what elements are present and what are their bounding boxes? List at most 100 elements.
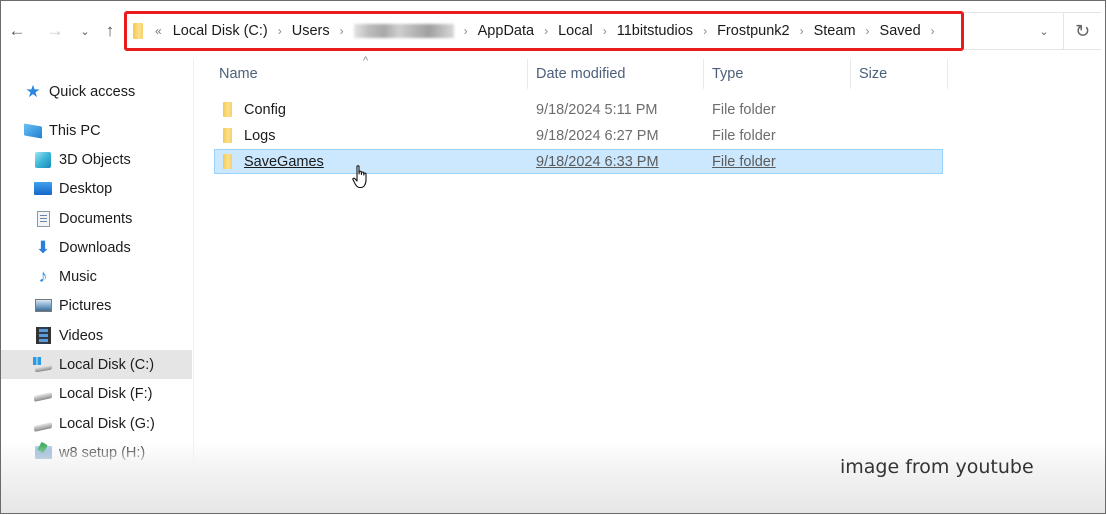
file-row-logs[interactable]: Logs 9/18/2024 6:27 PM File folder	[215, 123, 944, 148]
address-bar[interactable]: « Local Disk (C:) › Users › › AppData › …	[124, 11, 964, 51]
sidebar-item-label: Downloads	[59, 239, 131, 256]
breadcrumb-local-disk-c[interactable]: Local Disk (C:)	[170, 23, 271, 39]
up-button[interactable]: ↑	[99, 19, 121, 43]
sidebar-item-local-disk-g[interactable]: Local Disk (G:)	[1, 409, 192, 438]
folder-icon	[223, 128, 232, 143]
breadcrumb-frostpunk2[interactable]: Frostpunk2	[714, 23, 793, 39]
sidebar-item-label: Local Disk (C:)	[59, 356, 155, 373]
chevron-down-icon: ⌄	[80, 25, 90, 38]
column-header-name[interactable]: Name	[211, 59, 528, 89]
sidebar-item-label: w8 setup (H:)	[59, 444, 146, 461]
sidebar-item-this-pc[interactable]: This PC	[1, 116, 192, 145]
sidebar-item-quick-access[interactable]: ★ Quick access	[1, 77, 192, 106]
sidebar-item-label: Desktop	[59, 180, 113, 197]
windows-drive-icon	[33, 356, 53, 374]
download-icon: ⬇	[35, 237, 51, 257]
sidebar-item-label: Documents	[59, 210, 133, 227]
folder-icon	[133, 23, 143, 39]
sidebar-item-network[interactable]: Network	[1, 477, 192, 506]
breadcrumb-separator-icon[interactable]: ›	[544, 24, 548, 38]
breadcrumb-steam[interactable]: Steam	[811, 23, 859, 39]
breadcrumb-local[interactable]: Local	[555, 23, 596, 39]
sidebar-item-label: 3D Objects	[59, 151, 131, 168]
document-icon	[33, 210, 53, 228]
file-name-cell: Logs	[223, 123, 275, 148]
file-name: SaveGames	[244, 153, 324, 170]
file-type: File folder	[712, 127, 776, 144]
file-row-savegames[interactable]: SaveGames 9/18/2024 6:33 PM File folder	[214, 149, 943, 174]
file-type: File folder	[712, 101, 776, 118]
arrow-left-icon: ←	[8, 21, 26, 40]
sidebar-item-documents[interactable]: Documents	[1, 204, 192, 233]
file-name: Logs	[244, 127, 276, 144]
forward-button[interactable]: →	[44, 19, 66, 43]
file-name-cell: Config	[223, 97, 286, 122]
sidebar-item-downloads[interactable]: ⬇ Downloads	[1, 233, 192, 262]
breadcrumb-overflow-button[interactable]: «	[155, 24, 162, 38]
sidebar-item-pictures[interactable]: Pictures	[1, 291, 192, 320]
refresh-icon: ↻	[1074, 20, 1091, 41]
watermark-caption: image from youtube	[840, 456, 1034, 478]
cube-icon	[33, 151, 53, 169]
sidebar-item-label: Local Disk (G:)	[59, 415, 155, 432]
film-icon	[33, 327, 53, 345]
folder-icon	[223, 102, 232, 117]
file-date: 9/18/2024 6:33 PM	[536, 153, 659, 170]
sidebar-item-music[interactable]: ♪ Music	[1, 262, 192, 291]
breadcrumb-11bitstudios[interactable]: 11bitstudios	[614, 23, 696, 39]
column-header-type[interactable]: Type	[704, 59, 851, 89]
column-header-size[interactable]: Size	[851, 59, 948, 89]
file-row-config[interactable]: Config 9/18/2024 5:11 PM File folder	[215, 97, 944, 122]
hand-pointer-cursor-icon	[352, 165, 370, 189]
arrow-up-icon: ↑	[105, 21, 115, 40]
star-icon: ★	[25, 81, 41, 101]
breadcrumb-saved[interactable]: Saved	[877, 23, 924, 39]
music-note-icon: ♪	[38, 266, 48, 286]
breadcrumb-separator-icon[interactable]: ›	[278, 24, 282, 38]
sidebar-item-label: This PC	[49, 122, 101, 139]
back-button[interactable]: ←	[6, 19, 28, 43]
drive-icon	[33, 385, 53, 403]
folder-icon	[223, 154, 232, 169]
navigation-pane: ★ Quick access This PC 3D Objects Deskto…	[1, 59, 194, 513]
sidebar-item-w8-setup[interactable]: w8 setup (H:)	[1, 438, 192, 467]
breadcrumb-separator-icon[interactable]: ›	[800, 24, 804, 38]
breadcrumb-separator-icon[interactable]: ›	[703, 24, 707, 38]
drive-icon	[33, 415, 53, 433]
file-name: Config	[244, 101, 286, 118]
sidebar-item-local-disk-c[interactable]: Local Disk (C:)	[1, 350, 192, 379]
desktop-icon	[33, 180, 53, 198]
breadcrumb-separator-icon[interactable]: ›	[931, 24, 935, 38]
navigation-toolbar: ← → ⌄ ↑ « Local Disk (C:) › Users › › Ap…	[1, 1, 1105, 59]
breadcrumb-separator-icon[interactable]: ›	[340, 24, 344, 38]
breadcrumb-separator-icon[interactable]: ›	[603, 24, 607, 38]
file-explorer-window: ← → ⌄ ↑ « Local Disk (C:) › Users › › Ap…	[0, 0, 1106, 514]
sidebar-item-desktop[interactable]: Desktop	[1, 174, 192, 203]
refresh-button[interactable]: ↻	[1063, 12, 1101, 50]
breadcrumb-appdata[interactable]: AppData	[475, 23, 537, 39]
recent-locations-button[interactable]: ⌄	[74, 19, 96, 43]
address-history-dropdown[interactable]: ⌄	[1031, 19, 1057, 43]
breadcrumb-users[interactable]: Users	[289, 23, 333, 39]
sidebar-item-label: Music	[59, 268, 97, 285]
sidebar-item-label: Pictures	[59, 297, 112, 314]
file-date: 9/18/2024 6:27 PM	[536, 127, 659, 144]
file-name-cell: SaveGames	[223, 150, 324, 173]
network-icon	[23, 483, 43, 501]
sidebar-item-3d-objects[interactable]: 3D Objects	[1, 145, 192, 174]
sidebar-item-label: Quick access	[49, 83, 136, 100]
setup-drive-icon	[33, 444, 53, 462]
breadcrumb-username-redacted[interactable]	[353, 24, 454, 38]
computer-icon	[23, 122, 43, 140]
arrow-right-icon: →	[46, 21, 64, 40]
column-header-date-modified[interactable]: Date modified	[528, 59, 704, 89]
sidebar-item-videos[interactable]: Videos	[1, 321, 192, 350]
sidebar-item-label: Videos	[59, 327, 104, 344]
file-list-pane: ^ Name Date modified Type Size Config 9/…	[195, 55, 1105, 513]
sidebar-item-label: Network	[49, 483, 103, 500]
breadcrumb-separator-icon[interactable]: ›	[464, 24, 468, 38]
chevron-down-icon: ⌄	[1039, 25, 1049, 38]
file-type: File folder	[712, 153, 776, 170]
sidebar-item-local-disk-f[interactable]: Local Disk (F:)	[1, 379, 192, 408]
breadcrumb-separator-icon[interactable]: ›	[866, 24, 870, 38]
